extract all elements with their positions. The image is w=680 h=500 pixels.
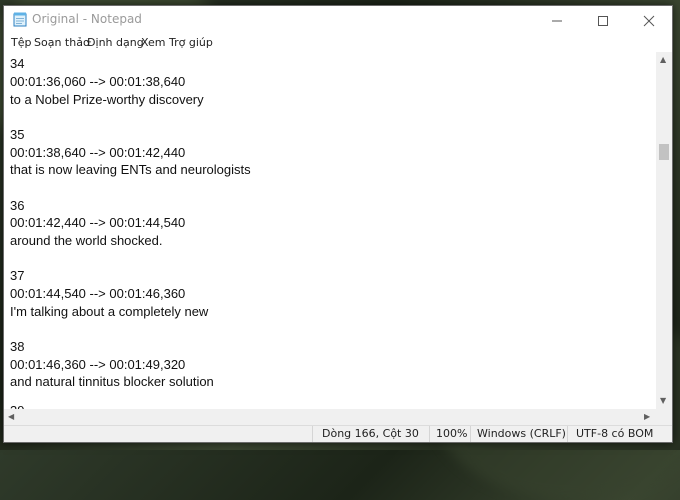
status-divider xyxy=(312,426,313,442)
vertical-scrollbar[interactable]: ▲ ▼ xyxy=(656,52,672,409)
status-divider xyxy=(470,426,471,442)
title-bar[interactable]: Original - Notepad xyxy=(4,6,672,34)
maximize-button[interactable] xyxy=(580,6,626,34)
notepad-window: Original - Notepad Tệp Soạn thảo Định dạ… xyxy=(3,5,673,443)
text-line: 00:01:44,540 --> 00:01:46,360 xyxy=(10,286,186,301)
text-line: 38 xyxy=(10,339,25,354)
text-line: 39 xyxy=(10,402,24,409)
status-line-endings: Windows (CRLF) xyxy=(477,427,566,440)
horizontal-scrollbar[interactable]: ◀ ▶ xyxy=(4,409,656,425)
text-line: that is now leaving ENTs and neurologist… xyxy=(10,162,251,177)
maximize-icon xyxy=(598,16,608,26)
text-editor[interactable]: 34 00:01:36,060 --> 00:01:38,640 to a No… xyxy=(4,52,656,409)
text-line: 37 xyxy=(10,268,25,283)
menu-view[interactable]: Xem xyxy=(141,36,166,49)
status-bar: Dòng 166, Cột 30 100% Windows (CRLF) UTF… xyxy=(4,425,672,442)
text-line: around the world shocked. xyxy=(10,233,163,248)
status-cursor-position: Dòng 166, Cột 30 xyxy=(322,427,419,440)
scroll-thumb[interactable] xyxy=(659,144,669,160)
text-line: 00:01:36,060 --> 00:01:38,640 xyxy=(10,74,186,89)
scroll-left-icon[interactable]: ◀ xyxy=(8,413,14,421)
text-line: 36 xyxy=(10,198,25,213)
scroll-right-icon[interactable]: ▶ xyxy=(644,413,650,421)
text-line: 34 xyxy=(10,56,25,71)
close-button[interactable] xyxy=(626,6,672,34)
text-line: 00:01:38,640 --> 00:01:42,440 xyxy=(10,145,186,160)
scroll-down-icon[interactable]: ▼ xyxy=(660,397,666,405)
text-line: to a Nobel Prize-worthy discovery xyxy=(10,92,204,107)
text-line: I'm talking about a completely new xyxy=(10,304,209,319)
menu-bar: Tệp Soạn thảo Định dạng Xem Trợ giúp xyxy=(4,34,672,53)
status-encoding: UTF-8 có BOM xyxy=(576,427,654,440)
text-line: and natural tinnitus blocker solution xyxy=(10,374,214,389)
scroll-up-icon[interactable]: ▲ xyxy=(660,56,666,64)
menu-format[interactable]: Định dạng xyxy=(87,36,144,49)
menu-help[interactable]: Trợ giúp xyxy=(169,36,213,49)
status-zoom: 100% xyxy=(436,427,468,440)
menu-edit[interactable]: Soạn thảo xyxy=(34,36,90,49)
text-line: 35 xyxy=(10,127,25,142)
menu-file[interactable]: Tệp xyxy=(11,36,31,49)
text-line: 00:01:46,360 --> 00:01:49,320 xyxy=(10,357,186,372)
close-icon xyxy=(643,15,655,27)
notepad-icon xyxy=(13,12,27,27)
text-line: 00:01:42,440 --> 00:01:44,540 xyxy=(10,215,186,230)
window-title: Original - Notepad xyxy=(32,12,142,26)
status-divider xyxy=(567,426,568,442)
minimize-icon xyxy=(552,20,562,22)
scrollbar-corner xyxy=(656,409,672,425)
minimize-button[interactable] xyxy=(534,6,580,34)
status-divider xyxy=(429,426,430,442)
